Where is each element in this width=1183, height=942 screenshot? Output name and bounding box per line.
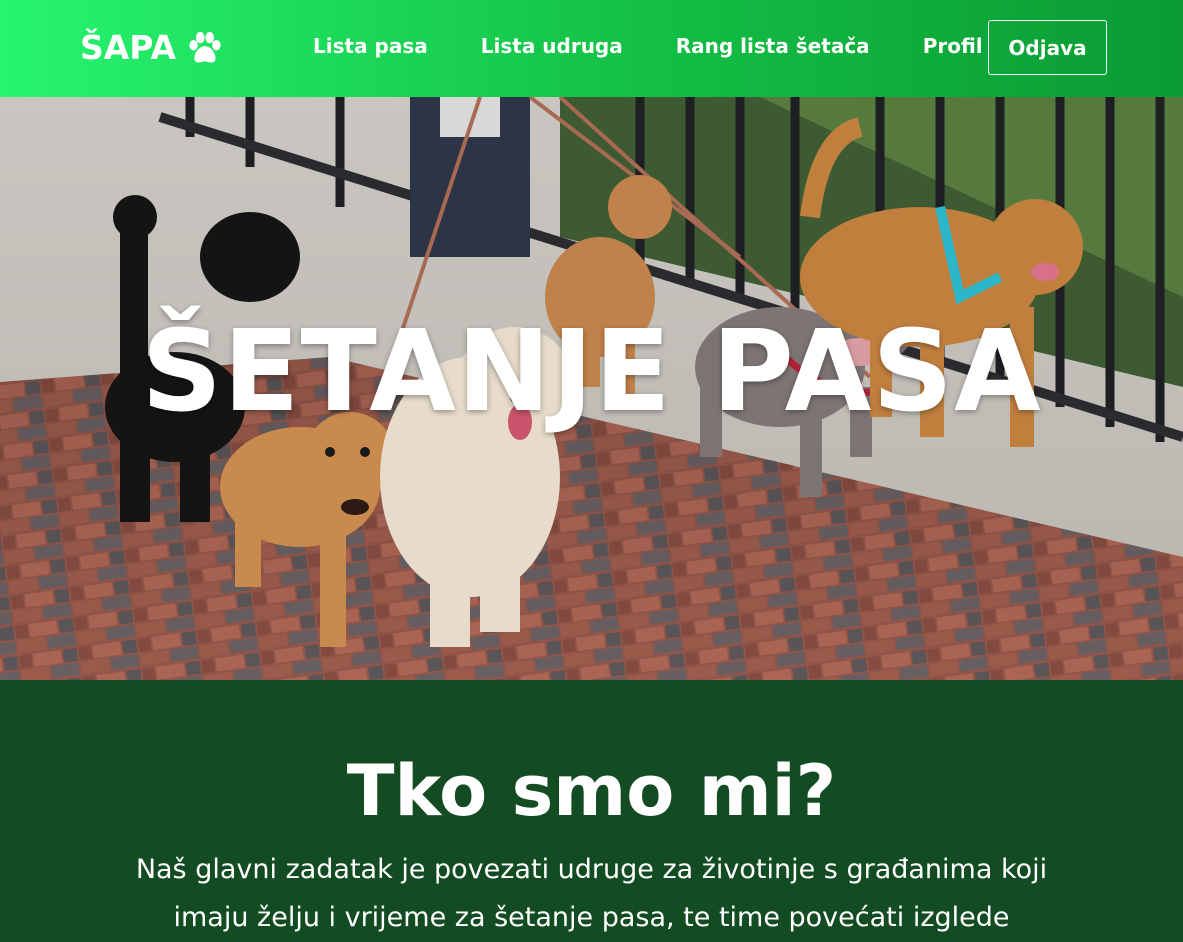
top-navbar: ŠAPA Lista pasa Lista udruga Rang lista … [0,0,1183,97]
brand-logo[interactable]: ŠAPA [80,28,224,67]
about-section: Tko smo mi? Naš glavni zadatak je poveza… [0,680,1183,933]
hero-banner: ŠETANJE PASA [0,97,1183,680]
nav-link-walker-ranking[interactable]: Rang lista šetača [676,34,870,58]
nav-link-dogs[interactable]: Lista pasa [313,34,428,58]
brand-name: ŠAPA [80,28,177,67]
main-nav: Lista pasa Lista udruga Rang lista šetač… [313,34,1036,58]
about-title: Tko smo mi? [346,750,837,832]
paw-icon [189,31,221,62]
nav-link-associations[interactable]: Lista udruga [481,34,623,58]
about-description: Naš glavni zadatak je povezati udruge za… [135,854,1048,933]
logout-button[interactable]: Odjava [988,20,1107,75]
hero-title: ŠETANJE PASA [141,307,1042,437]
nav-link-profile[interactable]: Profil [923,34,983,58]
